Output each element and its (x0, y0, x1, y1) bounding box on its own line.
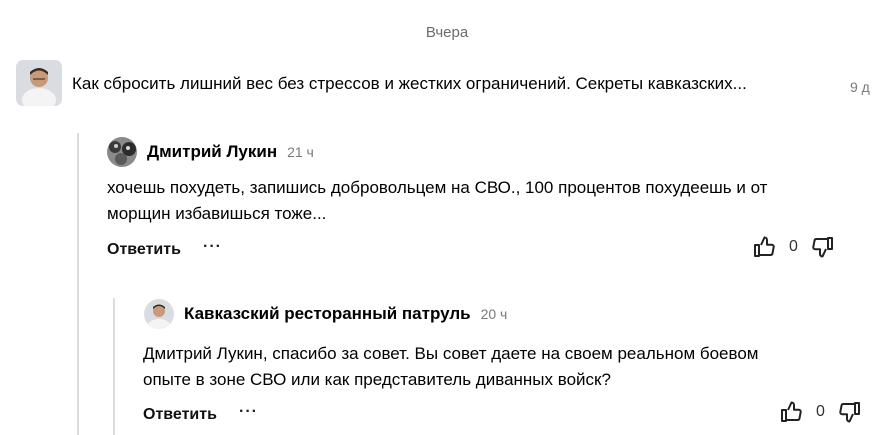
vote-controls: 0 (753, 235, 834, 259)
comment-header: Кавказский ресторанный патруль 20 ч (144, 299, 507, 329)
thumbs-down-icon[interactable] (810, 235, 834, 259)
comment-author[interactable]: Кавказский ресторанный патруль (184, 304, 471, 324)
comment-time: 21 ч (287, 144, 314, 160)
nested-thread-line (113, 298, 115, 435)
channel-avatar[interactable] (16, 60, 62, 106)
like-count: 0 (816, 403, 825, 420)
notification-text[interactable]: Как сбросить лишний вес без стрессов и ж… (72, 74, 747, 94)
thread-line (77, 133, 79, 435)
reply-button[interactable]: Ответить (143, 406, 217, 424)
thumbs-down-icon[interactable] (837, 400, 861, 424)
thumbs-up-icon[interactable] (780, 400, 804, 424)
notification-time: 9 д (850, 79, 870, 95)
notification-item[interactable]: Как сбросить лишний вес без стрессов и ж… (16, 60, 894, 108)
comment-header: Дмитрий Лукин 21 ч (107, 137, 314, 167)
vote-controls: 0 (780, 400, 861, 424)
author-avatar[interactable] (107, 137, 137, 167)
more-options-button[interactable]: ··· (239, 403, 258, 421)
more-options-button[interactable]: ··· (203, 238, 222, 256)
comment-author[interactable]: Дмитрий Лукин (147, 142, 277, 162)
date-header: Вчера (425, 24, 469, 41)
like-count: 0 (789, 238, 798, 255)
comment-text: хочешь похудеть, запишись добровольцем н… (107, 178, 768, 223)
author-avatar[interactable] (144, 299, 174, 329)
comment-time: 20 ч (480, 306, 508, 322)
thumbs-up-icon[interactable] (753, 235, 777, 259)
reply-button[interactable]: Ответить (107, 241, 181, 259)
comment-text: Дмитрий Лукин, спасибо за совет. Вы сове… (143, 344, 759, 389)
